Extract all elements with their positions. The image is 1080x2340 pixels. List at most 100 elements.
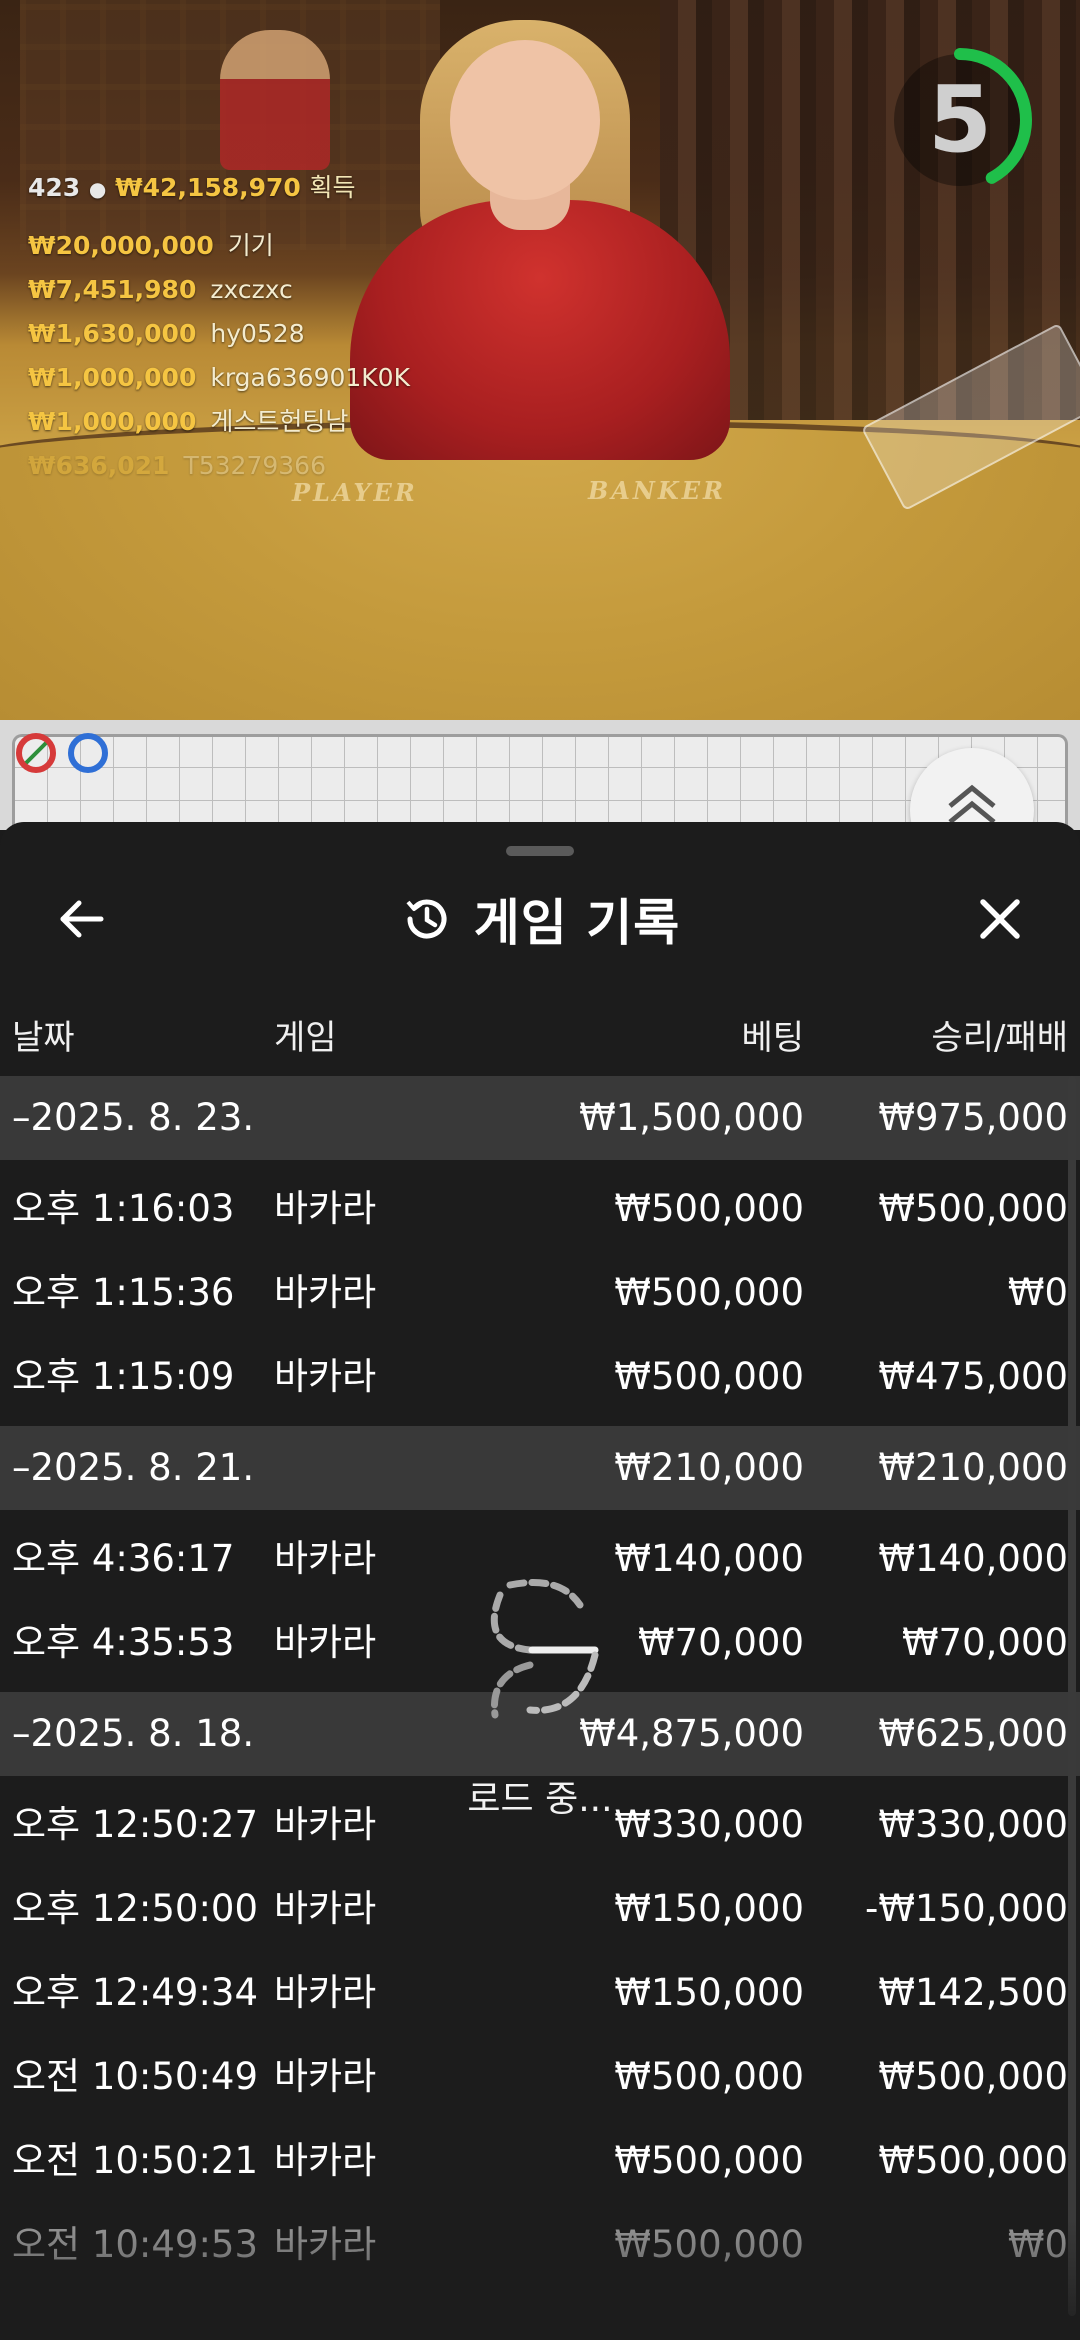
prize-total: ₩42,158,970: [115, 173, 301, 202]
history-row[interactable]: 오전 10:49:53 바카라 ₩500,000 ₩0: [0, 2203, 1080, 2287]
round-stats: 423 ● ₩42,158,970 획득: [28, 168, 356, 204]
row-bet: ₩150,000: [614, 1971, 804, 2014]
loading-spinner: [470, 1565, 610, 1735]
row-time: 오전 10:49:53: [12, 2223, 259, 2266]
history-row[interactable]: 오전 10:50:49 바카라 ₩500,000 ₩500,000: [0, 2035, 1080, 2119]
row-bet: ₩70,000: [637, 1621, 804, 1664]
back-button[interactable]: [46, 884, 116, 954]
row-time: 오후 12:50:27: [12, 1803, 259, 1846]
arrow-left-icon: [60, 900, 104, 938]
live-video-stream: PLAYER BANKER 423 ● ₩42,158,970 획득 ₩20,0…: [0, 0, 1080, 720]
group-date: –2025. 8. 18.: [12, 1712, 255, 1755]
row-result: ₩475,000: [878, 1355, 1068, 1398]
row-game: 바카라: [274, 2139, 377, 2182]
group-date: –2025. 8. 23.: [12, 1096, 255, 1139]
winner-name: 기기: [227, 231, 274, 260]
players-count: 423: [28, 173, 81, 202]
row-bet: ₩500,000: [614, 1271, 804, 1314]
row-bet: ₩500,000: [614, 2223, 804, 2266]
close-button[interactable]: [965, 884, 1035, 954]
column-bet: 베팅: [741, 1018, 804, 1058]
banker-result-circle: [16, 733, 56, 773]
row-result: ₩0: [1007, 2223, 1068, 2266]
row-bet: ₩500,000: [614, 1187, 804, 1230]
row-game: 바카라: [274, 2055, 377, 2098]
row-game: 바카라: [274, 2223, 377, 2266]
winner-name: zxczxc: [210, 275, 293, 304]
history-row[interactable]: 오후 12:49:34 바카라 ₩150,000 ₩142,500: [0, 1951, 1080, 2035]
history-row[interactable]: 오후 1:15:09 바카라 ₩500,000 ₩475,000: [0, 1335, 1080, 1419]
row-game: 바카라: [274, 1621, 377, 1664]
row-result: ₩70,000: [901, 1621, 1068, 1664]
winner-name: T53279366: [183, 451, 326, 480]
winner-name: hy0528: [210, 319, 305, 348]
row-time: 오전 10:50:49: [12, 2055, 259, 2098]
timer-value: 5: [927, 66, 992, 173]
winner-amount: ₩20,000,000: [28, 231, 214, 260]
background-dealer: [220, 30, 330, 170]
winners-list: ₩20,000,000 기기 ₩7,451,980 zxczxc ₩1,630,000 h…: [28, 224, 410, 488]
row-bet: ₩150,000: [614, 1887, 804, 1930]
column-result: 승리/패배: [931, 1018, 1068, 1058]
history-row[interactable]: 오후 1:15:36 바카라 ₩500,000 ₩0: [0, 1251, 1080, 1335]
row-bet: ₩140,000: [614, 1537, 804, 1580]
group-result-total: ₩975,000: [878, 1096, 1068, 1139]
group-bet-total: ₩4,875,000: [579, 1712, 804, 1755]
dealer-head: [450, 40, 600, 200]
row-spacer: [0, 1419, 1080, 1426]
row-result: ₩140,000: [878, 1537, 1068, 1580]
close-icon: [980, 899, 1020, 939]
winner-name: krga636901K0K: [210, 363, 410, 392]
history-row[interactable]: 오전 10:50:21 바카라 ₩500,000 ₩500,000: [0, 2119, 1080, 2203]
prize-label: 획득: [309, 173, 356, 202]
sheet-title: 게임 기록: [473, 894, 681, 952]
group-result-total: ₩210,000: [878, 1446, 1068, 1489]
history-row[interactable]: 오후 12:50:00 바카라 ₩150,000 -₩150,000: [0, 1867, 1080, 1951]
row-time: 오후 1:15:36: [12, 1271, 235, 1314]
row-time: 오전 10:50:21: [12, 2139, 259, 2182]
date-group-row[interactable]: –2025. 8. 21. ₩210,000 ₩210,000: [0, 1426, 1080, 1510]
row-game: 바카라: [274, 1887, 377, 1930]
winner-entry: ₩1,000,000 게스트헌팅남: [28, 400, 410, 444]
row-game: 바카라: [274, 1537, 377, 1580]
row-game: 바카라: [274, 1355, 377, 1398]
column-game: 게임: [274, 1018, 337, 1058]
winner-amount: ₩636,021: [28, 451, 170, 480]
date-group-row[interactable]: –2025. 8. 23. ₩1,500,000 ₩975,000: [0, 1076, 1080, 1160]
row-result: ₩330,000: [878, 1803, 1068, 1846]
loading-text: 로드 중...: [467, 1779, 613, 1820]
row-time: 오후 1:15:09: [12, 1355, 235, 1398]
column-date: 날짜: [12, 1018, 75, 1058]
row-result: ₩0: [1007, 1271, 1068, 1314]
round-timer: 5: [880, 40, 1040, 200]
group-bet-total: ₩1,500,000: [579, 1096, 804, 1139]
row-result: ₩500,000: [878, 1187, 1068, 1230]
spinner-icon: [490, 1579, 599, 1719]
winner-name: 게스트헌팅남: [210, 407, 349, 436]
winner-entry: ₩1,630,000 hy0528: [28, 312, 410, 356]
player-result-circle: [68, 733, 108, 773]
row-game: 바카라: [274, 1971, 377, 2014]
row-game: 바카라: [274, 1271, 377, 1314]
winner-entry: ₩636,021 T53279366: [28, 444, 410, 488]
row-spacer: [0, 1510, 1080, 1517]
row-time: 오후 4:35:53: [12, 1621, 235, 1664]
row-game: 바카라: [274, 1187, 377, 1230]
row-time: 오후 4:36:17: [12, 1537, 235, 1580]
history-row[interactable]: 오후 1:16:03 바카라 ₩500,000 ₩500,000: [0, 1167, 1080, 1251]
sheet-drag-handle[interactable]: [506, 846, 574, 856]
row-game: 바카라: [274, 1803, 377, 1846]
group-date: –2025. 8. 21.: [12, 1446, 255, 1489]
winner-amount: ₩1,000,000: [28, 363, 197, 392]
row-result: ₩500,000: [878, 2139, 1068, 2182]
table-header: 날짜 게임 베팅 승리/패배: [0, 1010, 1080, 1066]
row-bet: ₩500,000: [614, 1355, 804, 1398]
person-icon: ●: [88, 177, 107, 201]
scrollbar[interactable]: [1068, 1076, 1076, 2316]
history-icon: [406, 899, 447, 939]
row-spacer: [0, 2287, 1080, 2294]
sheet-header: 게임 기록: [0, 884, 1080, 954]
row-bet: ₩500,000: [614, 2055, 804, 2098]
row-time: 오후 12:50:00: [12, 1887, 259, 1930]
winner-entry: ₩20,000,000 기기: [28, 224, 410, 268]
